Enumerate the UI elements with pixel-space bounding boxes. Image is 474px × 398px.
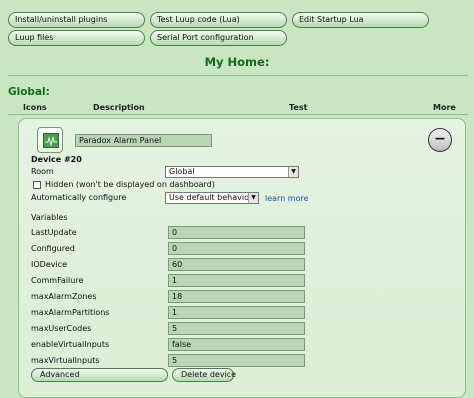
hidden-checkbox[interactable] xyxy=(33,181,41,189)
auto-configure-label: Automatically configure xyxy=(31,193,127,202)
learn-more-link[interactable]: learn more xyxy=(265,194,309,203)
test-luup-code-button[interactable]: Test Luup code (Lua) xyxy=(150,12,287,28)
variable-value-field[interactable]: 0 xyxy=(168,242,305,255)
room-select[interactable]: Global ▼ xyxy=(165,166,299,178)
variable-name: LastUpdate xyxy=(31,228,77,237)
column-header-description: Description xyxy=(93,103,145,112)
chevron-down-icon: ▼ xyxy=(288,167,298,177)
room-label: Room xyxy=(31,167,54,176)
advanced-button[interactable]: Advanced xyxy=(31,368,168,382)
variable-name: enableVirtualInputs xyxy=(31,340,110,349)
collapse-more-button[interactable]: − xyxy=(428,128,452,152)
section-title: Global: xyxy=(8,86,50,98)
variable-value-field[interactable]: 0 xyxy=(168,226,305,239)
variable-name: Configured xyxy=(31,244,75,253)
alarm-panel-icon xyxy=(43,133,59,148)
variables-title: Variables xyxy=(31,213,68,222)
variable-name: maxAlarmPartitions xyxy=(31,308,110,317)
install-plugins-button[interactable]: Install/uninstall plugins xyxy=(8,12,145,28)
title-divider xyxy=(8,75,468,76)
variable-name: maxUserCodes xyxy=(31,324,92,333)
device-number: Device #20 xyxy=(31,155,82,164)
header-divider xyxy=(8,114,468,115)
room-select-value: Global xyxy=(169,167,195,176)
edit-startup-lua-button[interactable]: Edit Startup Lua xyxy=(292,12,429,28)
variable-value-field[interactable]: 60 xyxy=(168,258,305,271)
variable-value-field[interactable]: false xyxy=(168,338,305,351)
column-header-icons: Icons xyxy=(23,103,47,112)
hidden-label: Hidden (won't be displayed on dashboard) xyxy=(45,180,215,189)
auto-configure-value: Use default behavior xyxy=(169,193,253,202)
delete-device-button[interactable]: Delete device xyxy=(172,368,236,382)
variable-value-field[interactable]: 5 xyxy=(168,322,305,335)
auto-configure-select[interactable]: Use default behavior ▼ xyxy=(165,192,259,204)
variable-value-field[interactable]: 18 xyxy=(168,290,305,303)
luup-files-button[interactable]: Luup files xyxy=(8,30,145,46)
variable-name: maxVirtualInputs xyxy=(31,356,100,365)
chevron-down-icon: ▼ xyxy=(248,193,258,203)
device-icon[interactable] xyxy=(37,127,63,153)
variable-name: IODevice xyxy=(31,260,68,269)
variable-value-field[interactable]: 1 xyxy=(168,306,305,319)
device-name-field[interactable]: Paradox Alarm Panel xyxy=(75,134,212,147)
column-header-more: More xyxy=(433,103,456,112)
variable-value-field[interactable]: 1 xyxy=(168,274,305,287)
serial-port-config-button[interactable]: Serial Port configuration xyxy=(150,30,287,46)
page-title: My Home: xyxy=(204,55,270,69)
variable-value-field[interactable]: 5 xyxy=(168,354,305,367)
variable-name: CommFailure xyxy=(31,276,84,285)
variable-name: maxAlarmZones xyxy=(31,292,97,301)
column-header-test: Test xyxy=(289,103,308,112)
